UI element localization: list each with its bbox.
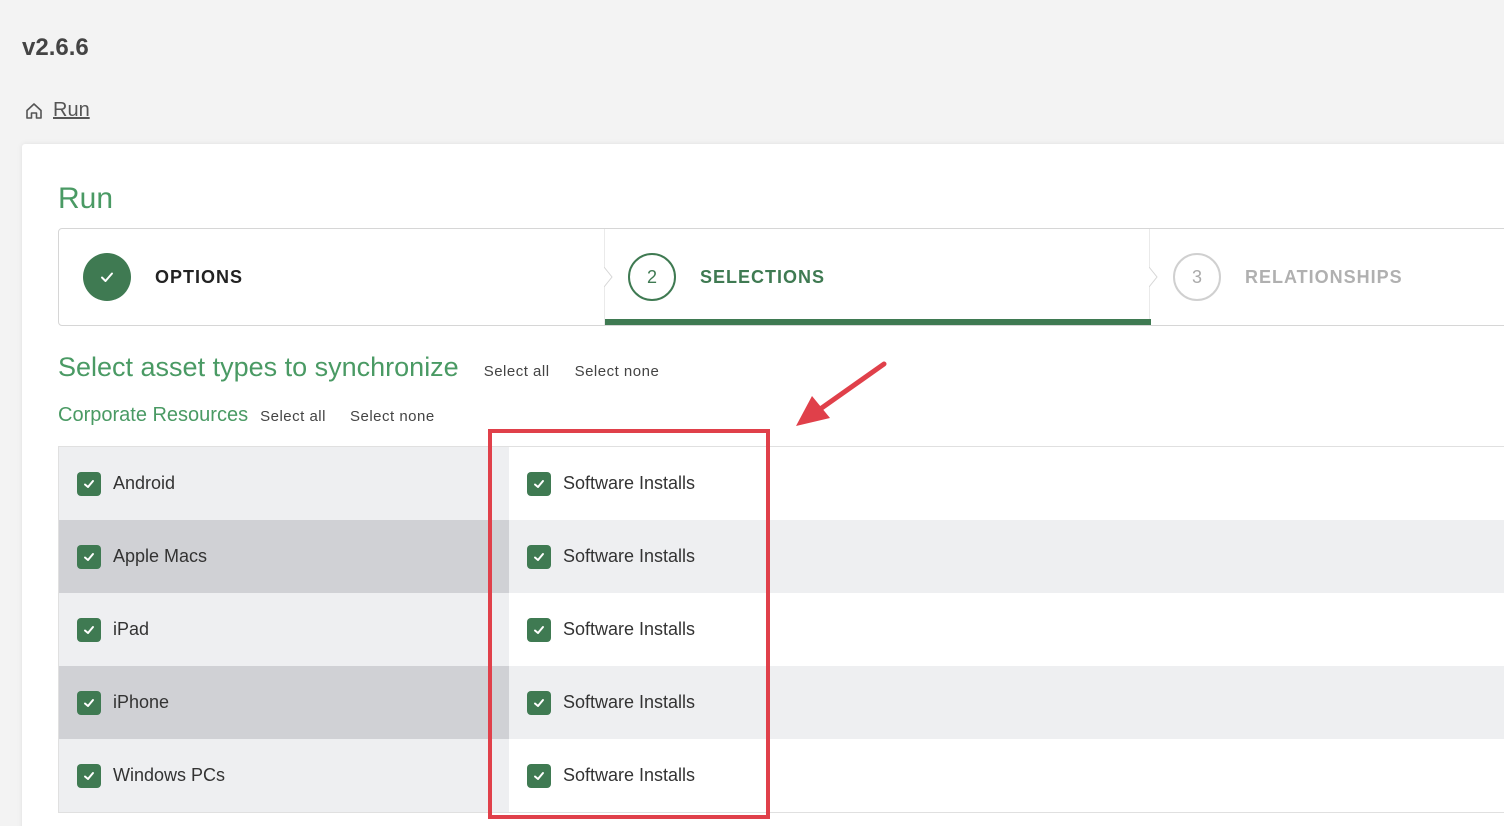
asset-checkbox-iphone[interactable] (77, 690, 101, 715)
asset-checkbox-windows-pcs[interactable] (77, 763, 101, 788)
group-select-none-link[interactable]: Select none (350, 408, 435, 425)
child-label: Software Installs (563, 692, 696, 712)
section-select-none-link[interactable]: Select none (575, 363, 660, 380)
asset-label: Android (113, 473, 176, 493)
asset-cell: iPhone (59, 666, 509, 739)
software-installs-checkbox[interactable] (527, 544, 551, 569)
asset-cell: Android (59, 447, 509, 520)
home-icon (24, 101, 44, 121)
child-cell: Software Installs (509, 593, 1504, 666)
child-cell: Software Installs (509, 739, 1504, 812)
asset-checkbox-ipad[interactable] (77, 617, 101, 642)
step-divider-chevron-icon (604, 229, 613, 325)
software-installs-checkbox[interactable] (527, 617, 551, 642)
step-label: SELECTIONS (700, 266, 826, 287)
main-card: Run OPTIONS 2 SELECTIONS 3 RELATIONSHIPS (22, 144, 1504, 826)
section-select-all-link[interactable]: Select all (484, 363, 550, 380)
step-number: 2 (628, 253, 676, 301)
table-row: Apple Macs Software Installs (59, 520, 1504, 593)
group-select-all-link[interactable]: Select all (260, 408, 326, 425)
asset-label: iPad (113, 619, 150, 639)
table-row: iPhone Software Installs (59, 666, 1504, 739)
app-version: v2.6.6 (22, 34, 89, 61)
breadcrumb: Run (24, 99, 90, 122)
step-relationships[interactable]: 3 RELATIONSHIPS (1173, 229, 1403, 325)
group-title: Corporate Resources (58, 404, 249, 426)
child-label: Software Installs (563, 619, 696, 639)
step-label: OPTIONS (155, 266, 244, 287)
child-label: Software Installs (563, 765, 696, 785)
child-cell: Software Installs (509, 447, 1504, 520)
breadcrumb-run-link[interactable]: Run (53, 99, 90, 122)
table-row: iPad Software Installs (59, 593, 1504, 666)
asset-cell: Apple Macs (59, 520, 509, 593)
asset-cell: iPad (59, 593, 509, 666)
asset-cell: Windows PCs (59, 739, 509, 812)
table-row: Android Software Installs (59, 447, 1504, 520)
step-label: RELATIONSHIPS (1245, 266, 1403, 287)
child-label: Software Installs (563, 473, 696, 493)
software-installs-checkbox[interactable] (527, 690, 551, 715)
group-header: Corporate Resources Select all Select no… (58, 404, 435, 427)
step-options[interactable]: OPTIONS (83, 229, 243, 325)
asset-checkbox-android[interactable] (77, 471, 101, 496)
asset-type-table: Android Software Installs Apple Macs Sof… (58, 446, 1504, 813)
section-header: Select asset types to synchronize Select… (58, 352, 659, 383)
step-divider-chevron-icon (1149, 229, 1158, 325)
stepper: OPTIONS 2 SELECTIONS 3 RELATIONSHIPS (58, 228, 1504, 326)
step-number: 3 (1173, 253, 1221, 301)
section-title: Select asset types to synchronize (58, 352, 459, 382)
child-label: Software Installs (563, 546, 696, 566)
child-cell: Software Installs (509, 666, 1504, 739)
software-installs-checkbox[interactable] (527, 763, 551, 788)
asset-label: Windows PCs (113, 765, 226, 785)
asset-label: Apple Macs (113, 546, 208, 566)
step-complete-check-icon (83, 253, 131, 301)
step-selections[interactable]: 2 SELECTIONS (628, 229, 825, 325)
asset-checkbox-apple-macs[interactable] (77, 544, 101, 569)
table-row: Windows PCs Software Installs (59, 739, 1504, 812)
asset-label: iPhone (113, 692, 170, 712)
software-installs-checkbox[interactable] (527, 471, 551, 496)
child-cell: Software Installs (509, 520, 1504, 593)
active-step-indicator (605, 319, 1151, 325)
page-title: Run (58, 182, 114, 215)
